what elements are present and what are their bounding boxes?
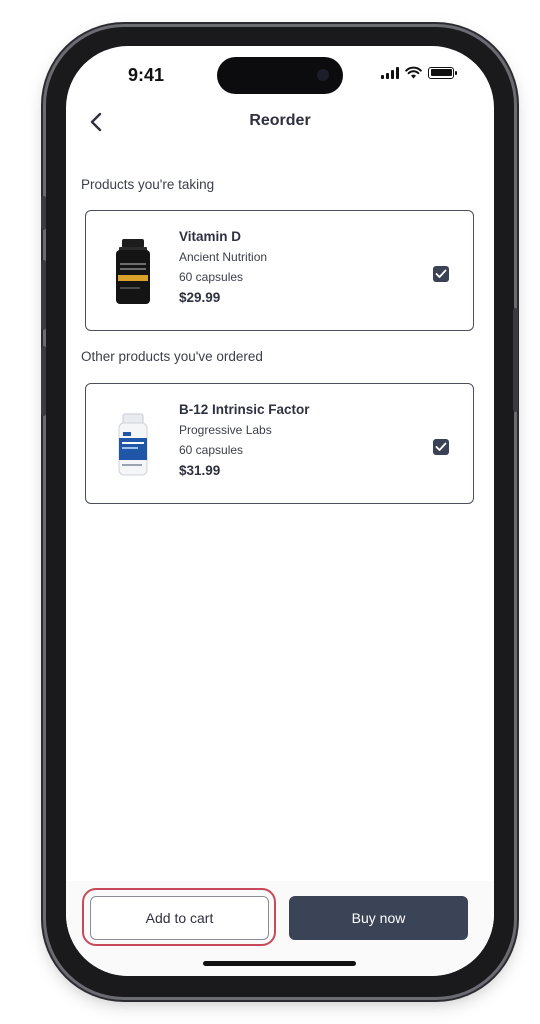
camera-icon: [317, 69, 329, 81]
add-to-cart-button[interactable]: Add to cart: [90, 896, 269, 940]
product-name: Vitamin D: [179, 229, 242, 244]
product-price: $29.99: [179, 290, 221, 305]
volume-down-button: [41, 346, 46, 416]
product-brand: Ancient Nutrition: [179, 250, 268, 264]
checkmark-icon: [435, 442, 447, 451]
power-button: [513, 308, 518, 412]
product-info: B-12 Intrinsic Factor Progressive Labs 6…: [179, 402, 310, 478]
product-image-vitamin-d: [116, 239, 150, 304]
volume-up-button: [41, 260, 46, 330]
phone-screen: 9:41 Reorder Products you're taking Vita…: [66, 46, 494, 976]
product-quantity: 60 capsules: [179, 443, 244, 457]
product-info: Vitamin D Ancient Nutrition 60 capsules …: [179, 229, 267, 305]
product-checkbox-b12[interactable]: [433, 439, 449, 455]
product-image-b12: [118, 413, 148, 476]
page-title: Reorder: [249, 112, 311, 129]
product-price: $31.99: [179, 463, 221, 478]
home-indicator[interactable]: [203, 961, 356, 966]
dynamic-island: [217, 57, 343, 94]
product-card-b12[interactable]: B-12 Intrinsic Factor Progressive Labs 6…: [85, 383, 474, 504]
product-checkbox-vitamin-d[interactable]: [433, 266, 449, 282]
buy-now-button[interactable]: Buy now: [289, 896, 468, 940]
product-card-vitamin-d[interactable]: Vitamin D Ancient Nutrition 60 capsules …: [85, 210, 474, 331]
battery-icon: [428, 66, 457, 79]
section-label-ordered: Other products you've ordered: [81, 349, 263, 364]
product-brand: Progressive Labs: [179, 423, 272, 437]
checkmark-icon: [435, 269, 447, 278]
status-time: 9:41: [128, 65, 165, 85]
cellular-signal-icon: [381, 66, 399, 79]
status-icons: [381, 66, 457, 79]
action-button: [41, 196, 46, 230]
product-name: B-12 Intrinsic Factor: [179, 402, 310, 417]
section-label-taking: Products you're taking: [81, 177, 215, 192]
wifi-icon: [405, 66, 422, 79]
product-quantity: 60 capsules: [179, 270, 244, 284]
